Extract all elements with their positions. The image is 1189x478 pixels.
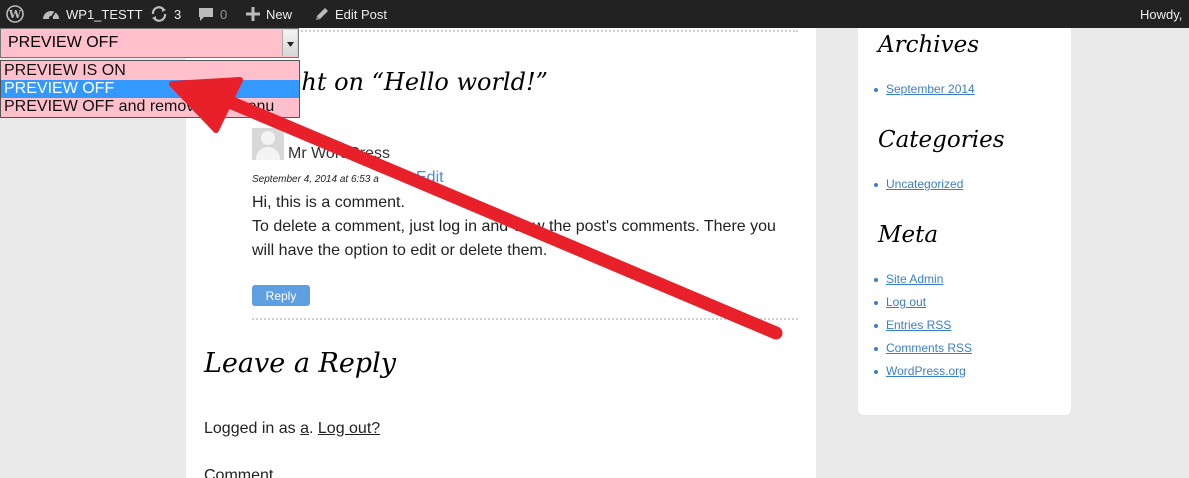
svg-text:W: W <box>8 8 22 21</box>
howdy-label: Howdy, <box>1140 6 1183 22</box>
wordpress-logo-icon: W <box>6 5 24 23</box>
updates-icon <box>150 6 168 22</box>
preview-select[interactable]: PREVIEW OFF <box>0 28 299 58</box>
dropdown-toggle-button[interactable] <box>282 30 297 56</box>
meta-link-site-admin[interactable]: Site Admin <box>874 268 972 291</box>
meta-link-log-out[interactable]: Log out <box>874 291 972 314</box>
reply-button[interactable]: Reply <box>252 285 310 306</box>
site-name: WP1_TESTT <box>66 6 143 22</box>
logged-in-prefix: Logged in as <box>204 420 296 437</box>
comments-count: 0 <box>220 6 228 22</box>
logged-in-line: Logged in as a. Log out? <box>204 420 381 437</box>
chevron-down-icon <box>286 34 294 52</box>
comment-text: Hi, this is a comment. <box>252 194 405 211</box>
archives-list: September 2014 <box>874 78 975 101</box>
pencil-icon <box>314 7 329 22</box>
new-content-link[interactable]: New <box>246 0 292 28</box>
category-link[interactable]: Uncategorized <box>874 173 963 196</box>
preview-options-list: PREVIEW IS ON PREVIEW OFF PREVIEW OFF an… <box>0 60 300 118</box>
categories-list: Uncategorized <box>874 173 963 196</box>
updates-link[interactable]: 3 <box>150 0 181 28</box>
site-name-link[interactable]: WP1_TESTT <box>42 0 143 28</box>
user-profile-link[interactable]: a <box>300 420 309 437</box>
avatar <box>252 128 284 160</box>
option-preview-on[interactable]: PREVIEW IS ON <box>1 62 299 80</box>
comments-link[interactable]: 0 <box>198 0 227 28</box>
leave-reply-heading: Leave a Reply <box>204 348 396 379</box>
meta-link-entries-rss[interactable]: Entries RSS <box>874 314 972 337</box>
divider <box>252 318 798 320</box>
wordpress-logo-button[interactable]: W <box>6 0 24 28</box>
meta-list: Site Admin Log out Entries RSS Comments … <box>874 268 972 383</box>
meta-title: Meta <box>878 222 939 248</box>
my-account-link[interactable]: Howdy, <box>1140 0 1182 28</box>
categories-title: Categories <box>878 127 1005 153</box>
archive-link[interactable]: September 2014 <box>874 78 975 101</box>
divider <box>286 30 798 32</box>
comment-author: Mr WordPress <box>288 145 390 162</box>
edit-post-label: Edit Post <box>335 6 388 22</box>
admin-bar: W WP1_TESTT 3 0 New Edit Post Howdy, <box>0 0 1189 28</box>
comments-title: ght on “Hello world!” <box>286 68 548 96</box>
plus-icon <box>246 7 260 21</box>
comment-date-link[interactable]: September 4, 2014 at 6:53 a <box>252 174 379 185</box>
comment-field-label: Comment <box>204 467 274 478</box>
meta-link-comments-rss[interactable]: Comments RSS <box>874 337 972 360</box>
logout-link[interactable]: Log out? <box>318 420 380 437</box>
sidebar: Archives September 2014 Categories Uncat… <box>858 28 1071 415</box>
comments-icon <box>198 7 214 22</box>
edit-post-link[interactable]: Edit Post <box>314 0 387 28</box>
preview-select-value: PREVIEW OFF <box>8 34 119 51</box>
dashboard-icon <box>42 6 60 22</box>
option-preview-off[interactable]: PREVIEW OFF <box>1 80 299 98</box>
meta-link-wordpress-org[interactable]: WordPress.org <box>874 360 972 383</box>
option-preview-off-remove-menu[interactable]: PREVIEW OFF and remove the menu <box>1 98 299 116</box>
archives-title: Archives <box>878 32 980 58</box>
new-label: New <box>266 6 293 22</box>
comment-body: Hi, this is a comment. To delete a comme… <box>252 191 792 263</box>
comment-text: To delete a comment, just log in and vie… <box>252 218 776 259</box>
comment-edit-link[interactable]: Edit <box>416 169 444 187</box>
updates-count: 3 <box>174 6 182 22</box>
